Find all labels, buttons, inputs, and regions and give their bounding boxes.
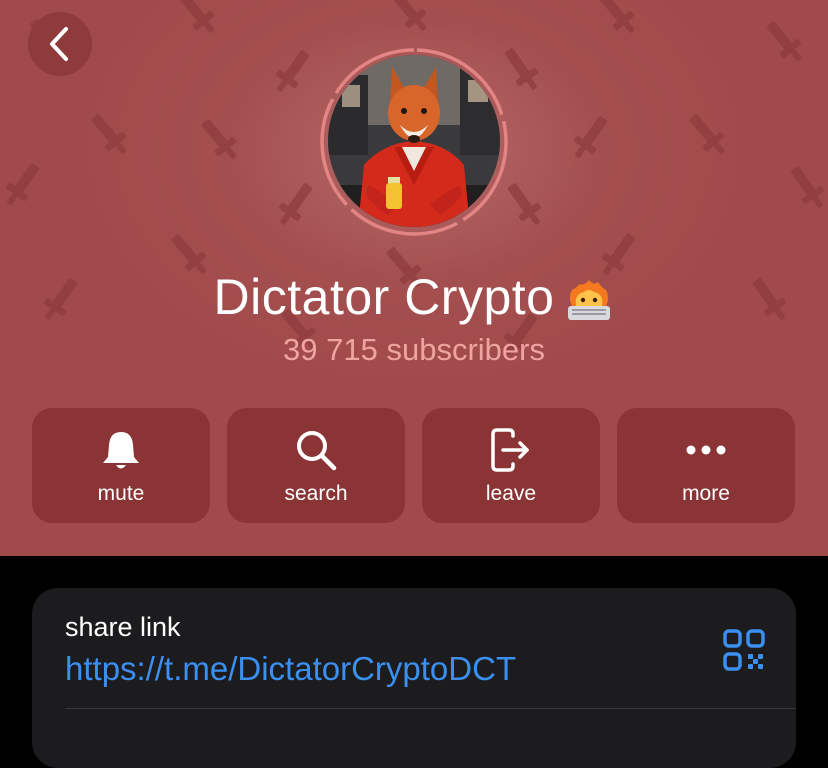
leave-icon — [491, 428, 529, 472]
subscriber-count: 39 715 subscribers — [283, 332, 545, 367]
back-button[interactable] — [28, 12, 92, 76]
qr-code-icon[interactable] — [723, 629, 765, 671]
share-link-card: share link https://t.me/DictatorCryptoDC… — [32, 588, 796, 768]
leave-button[interactable]: leave — [422, 408, 600, 523]
fire-mascot-laptop-emoji — [568, 280, 611, 320]
mute-button[interactable]: mute — [32, 408, 210, 523]
share-link-url[interactable]: https://t.me/DictatorCryptoDCT — [65, 649, 516, 689]
fox-in-red-suit-avatar — [328, 55, 500, 227]
search-icon — [297, 431, 337, 471]
card-divider — [65, 708, 796, 709]
share-link-title: share link — [65, 612, 181, 642]
bell-icon — [103, 432, 139, 469]
channel-title-row: Dictator Crypto — [0, 266, 828, 328]
mute-label: mute — [97, 482, 145, 505]
channel-name: Dictator Crypto — [213, 269, 555, 325]
more-icon — [686, 445, 726, 455]
search-label: search — [284, 482, 348, 505]
chevron-left-icon — [50, 27, 68, 61]
search-button[interactable]: search — [227, 408, 405, 523]
more-label: more — [682, 482, 730, 505]
channel-header: Dictator Crypto 39 715 subscribers mute … — [0, 0, 828, 556]
channel-avatar[interactable] — [328, 55, 500, 227]
leave-label: leave — [485, 482, 537, 505]
more-button[interactable]: more — [617, 408, 795, 523]
